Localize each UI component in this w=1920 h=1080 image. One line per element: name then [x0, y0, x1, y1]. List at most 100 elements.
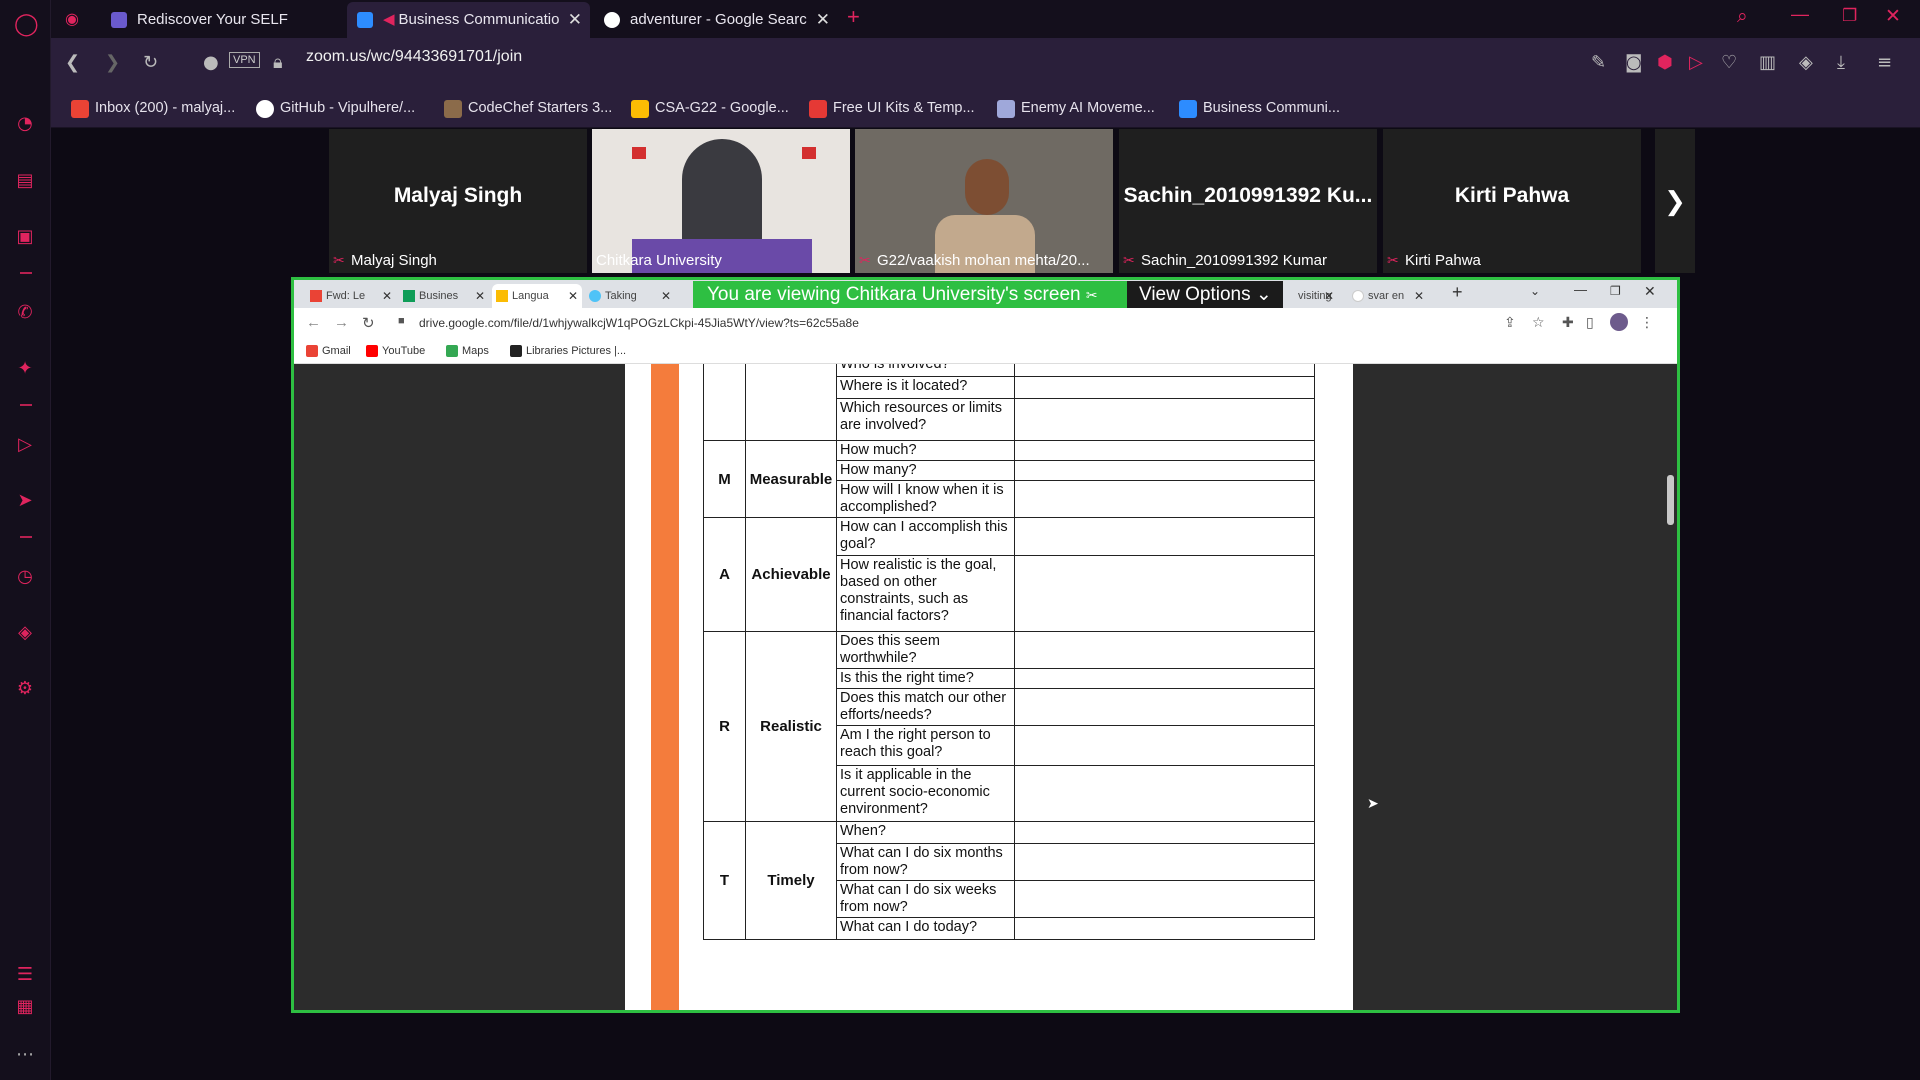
bookmark-github[interactable]: GitHub - Vipulhere/...: [256, 100, 416, 118]
participant-tile-video[interactable]: ✂ G22/vaakish mohan mehta/20...: [855, 129, 1113, 273]
bookmark-label: GitHub - Vipulhere/...: [280, 100, 416, 116]
speed-dial-icon[interactable]: ◔: [14, 113, 36, 135]
shared-tab-label: Taking: [605, 290, 637, 302]
reload-icon[interactable]: ↻: [143, 52, 158, 73]
favorites-heart-icon[interactable]: ♡: [1721, 52, 1737, 73]
smart-letter-cell: T: [703, 821, 746, 940]
wallet-icon[interactable]: ▥: [1759, 52, 1776, 73]
libraries-icon: [510, 345, 522, 357]
participant-tile[interactable]: Sachin_2010991392 Ku... ✂ Sachin_20109913…: [1119, 129, 1377, 273]
site-icon: [589, 290, 601, 302]
close-icon: ✕: [1323, 289, 1334, 303]
player-icon[interactable]: ▷: [14, 434, 36, 456]
shared-forward-icon: →: [334, 314, 349, 331]
question-cell: Am I the right person to reach this goal…: [836, 725, 1015, 766]
minimize-window-icon[interactable]: —: [1791, 4, 1809, 25]
answer-cell: [1014, 440, 1315, 461]
close-icon: ✕: [474, 289, 485, 303]
banner-mic-icon: ✂: [1085, 287, 1098, 303]
bookmark-free-ui-kits[interactable]: Free UI Kits & Temp...: [809, 100, 975, 118]
vpn-badge[interactable]: VPN: [229, 52, 260, 68]
tab-close-icon[interactable]: ✕: [816, 2, 830, 38]
close-window-icon[interactable]: ✕: [1885, 5, 1901, 28]
bookmark-label: Business Communi...: [1203, 100, 1340, 116]
participant-label-text: Sachin_2010991392 Kumar: [1141, 252, 1327, 269]
bookmark-codechef[interactable]: CodeChef Starters 3...: [444, 100, 612, 118]
mouse-cursor-icon: ➤: [1367, 795, 1379, 811]
twitter-icon[interactable]: ✦: [14, 358, 36, 380]
university-logo-icon: [802, 147, 816, 159]
downloads-icon[interactable]: ⤓: [1837, 52, 1845, 73]
settings-gear-icon[interactable]: ⚙: [14, 678, 36, 700]
snapshot-camera-icon[interactable]: ◙: [1625, 52, 1642, 73]
forward-arrow-icon[interactable]: ❯: [105, 52, 120, 73]
shared-new-tab-icon: +: [1452, 282, 1463, 302]
whatsapp-icon[interactable]: ✆: [14, 302, 36, 324]
url-field[interactable]: zoom.us/wc/94433691701/join: [306, 48, 522, 66]
speaker-icon: ◀: [383, 11, 395, 28]
history-icon[interactable]: ◷: [14, 566, 36, 588]
restore-window-icon[interactable]: ❐: [1842, 6, 1857, 26]
shared-bookmark-label: Libraries Pictures |...: [526, 345, 627, 357]
participant-video-person: [682, 139, 762, 249]
tab-bar: ◉ Rediscover Your SELF ✕ ◀Business Commu…: [51, 0, 1920, 38]
question-cell: What can I do six weeks from now?: [836, 880, 1015, 918]
bookmark-inbox[interactable]: Inbox (200) - malyaj...: [71, 100, 235, 118]
tab-adventurer-google-search[interactable]: adventurer - Google Searc ✕: [594, 2, 838, 38]
shared-bookmark-label: Gmail: [322, 345, 351, 357]
university-logo-icon: [632, 147, 646, 159]
microphone-icon[interactable]: ●: [203, 52, 219, 73]
drive-icon: [496, 290, 508, 302]
shared-tab: Taking ✕: [585, 284, 675, 308]
bookmark-enemy-ai[interactable]: Enemy AI Moveme...: [997, 100, 1155, 118]
view-options-button[interactable]: View Options ⌄: [1127, 281, 1283, 309]
shared-profile-avatar: [1610, 313, 1628, 331]
shared-restore-icon: ❐: [1610, 284, 1621, 298]
cube-icon[interactable]: ◈: [14, 622, 36, 644]
muted-mic-icon: ✂: [1123, 252, 1135, 268]
smart-word-cell: Timely: [745, 821, 837, 940]
shared-tab: Busines ✕: [399, 284, 489, 308]
participant-tile[interactable]: Malyaj Singh ✂ Malyaj Singh: [329, 129, 587, 273]
bookmark-label: Free UI Kits & Temp...: [833, 100, 975, 116]
table-row: M Measurable How much?: [703, 440, 1315, 518]
bookmark-business-communi[interactable]: Business Communi...: [1179, 100, 1340, 118]
new-tab-plus-icon[interactable]: +: [847, 4, 860, 30]
shared-tab-active: Langua ✕: [492, 284, 582, 308]
answer-cell: [1014, 555, 1315, 632]
briefcase-icon[interactable]: ▤: [14, 170, 36, 192]
next-participants-chevron-icon[interactable]: ❯: [1655, 129, 1695, 273]
bookmark-label: Enemy AI Moveme...: [1021, 100, 1155, 116]
pdf-document-page: Who is involved? Where is it located? Whic…: [625, 364, 1353, 1010]
tab-close-icon[interactable]: ✕: [568, 2, 582, 38]
table-row: A Achievable How can I accomplish this goa…: [703, 517, 1315, 632]
browser-sidebar: ◯ ◔ ▤ ▣ ✆ ✦ ▷ ➤ ◷ ◈ ⚙ ☰ ▦ ⋯: [0, 0, 51, 1080]
zoom-favicon-icon: [357, 12, 373, 28]
opera-logo-icon[interactable]: ◯: [14, 14, 39, 36]
shared-bookmark-label: YouTube: [382, 345, 426, 357]
search-tabs-icon[interactable]: ⌕: [1737, 6, 1748, 28]
workspace-icon[interactable]: ☰: [14, 964, 36, 986]
shared-chevron-down-icon: ⌄: [1530, 284, 1541, 298]
send-icon[interactable]: ➤: [14, 490, 36, 512]
easy-setup-icon[interactable]: ≡: [1877, 52, 1892, 73]
table-row: R Realistic Does this seem worthwhile?: [703, 631, 1315, 822]
flow-icon[interactable]: ▷: [1689, 52, 1703, 73]
more-dots-icon[interactable]: ⋯: [14, 1044, 36, 1066]
question-cell: Which resources or limits are involved?: [836, 398, 1015, 441]
extensions-cube-icon[interactable]: ◈: [1799, 52, 1813, 73]
tab-business-communication[interactable]: ◀ Business Communicatio ✕: [347, 2, 590, 38]
lock-icon[interactable]: 🔒︎: [273, 52, 283, 73]
back-arrow-icon[interactable]: ❮: [65, 52, 80, 73]
document-scrollbar[interactable]: [1667, 475, 1674, 525]
bookmark-csa-g22[interactable]: CSA-G22 - Google...: [631, 100, 789, 118]
twitch-icon[interactable]: ▣: [14, 226, 36, 248]
participant-tile-video[interactable]: Chitkara University: [592, 129, 850, 273]
game-controller-icon[interactable]: ◉: [65, 9, 79, 29]
participant-tile[interactable]: Kirti Pahwa ✂ Kirti Pahwa: [1383, 129, 1641, 273]
send-page-icon[interactable]: ✎: [1591, 52, 1606, 73]
question-cell: Is it applicable in the current socio-ec…: [836, 765, 1015, 822]
adblock-shield-icon[interactable]: ⬢: [1657, 52, 1673, 73]
workspace-grid-icon[interactable]: ▦: [14, 996, 36, 1018]
answer-cell: [1014, 517, 1315, 556]
